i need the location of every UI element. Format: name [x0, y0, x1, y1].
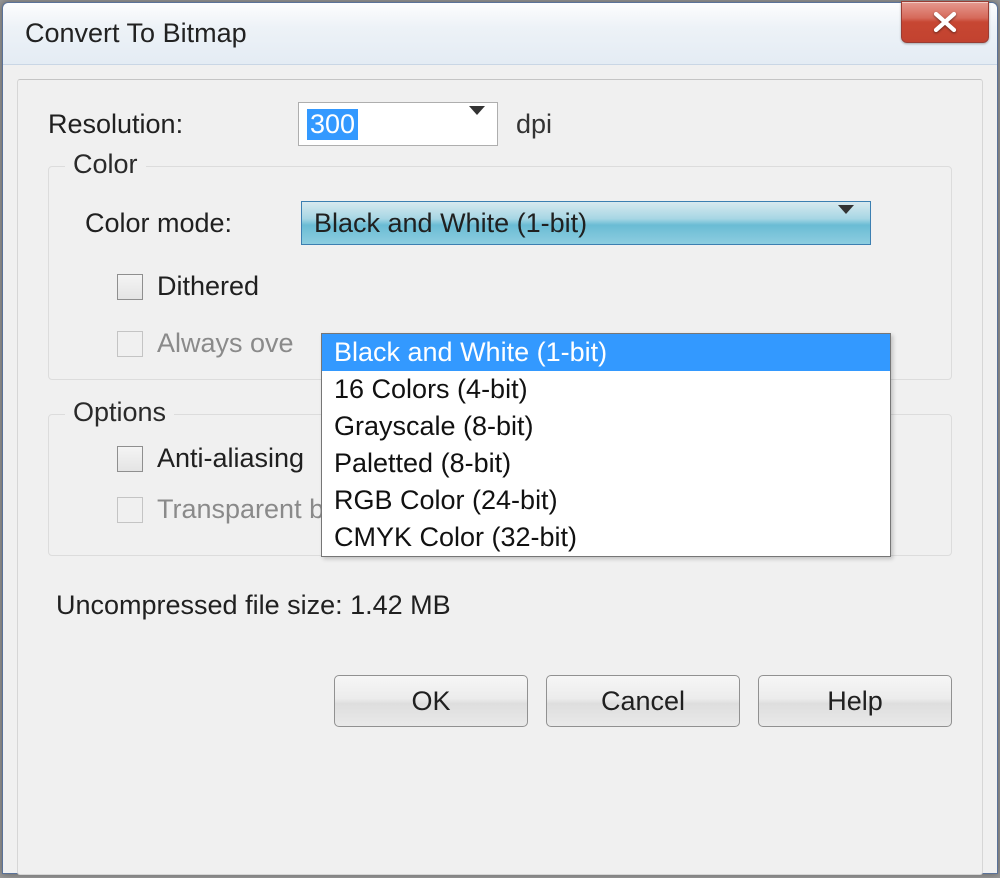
- color-mode-selected: Black and White (1-bit): [314, 208, 587, 239]
- color-mode-option[interactable]: Paletted (8-bit): [322, 445, 890, 482]
- resolution-combobox[interactable]: 300: [298, 102, 498, 146]
- color-mode-dropdown[interactable]: Black and White (1-bit)16 Colors (4-bit)…: [321, 333, 891, 557]
- color-mode-combobox[interactable]: Black and White (1-bit): [301, 201, 871, 245]
- dialog-window: Convert To Bitmap Resolution: 300 dpi Co…: [2, 2, 998, 874]
- overprint-checkbox: [117, 331, 143, 357]
- color-mode-label: Color mode:: [85, 208, 301, 239]
- antialias-label: Anti-aliasing: [157, 443, 304, 474]
- overprint-label: Always ove: [157, 328, 294, 359]
- close-button[interactable]: [901, 1, 989, 43]
- color-mode-option[interactable]: Grayscale (8-bit): [322, 408, 890, 445]
- color-mode-option[interactable]: CMYK Color (32-bit): [322, 519, 890, 556]
- color-mode-option[interactable]: Black and White (1-bit): [322, 334, 890, 371]
- resolution-row: Resolution: 300 dpi: [48, 102, 952, 146]
- color-legend: Color: [65, 149, 146, 180]
- chevron-down-icon: [838, 214, 854, 232]
- resolution-unit: dpi: [516, 109, 552, 140]
- dithered-checkbox-row: Dithered: [117, 271, 929, 302]
- color-mode-option[interactable]: 16 Colors (4-bit): [322, 371, 890, 408]
- titlebar: Convert To Bitmap: [3, 3, 997, 65]
- cancel-button[interactable]: Cancel: [546, 675, 740, 727]
- ok-button[interactable]: OK: [334, 675, 528, 727]
- dithered-checkbox[interactable]: [117, 274, 143, 300]
- close-icon: [932, 11, 958, 33]
- button-row: OK Cancel Help: [48, 675, 952, 727]
- options-legend: Options: [65, 397, 174, 428]
- window-title: Convert To Bitmap: [25, 18, 247, 49]
- dialog-body: Resolution: 300 dpi Color Color mode: Bl…: [17, 79, 983, 875]
- filesize-text: Uncompressed file size: 1.42 MB: [56, 590, 952, 621]
- transparent-checkbox: [117, 497, 143, 523]
- resolution-label: Resolution:: [48, 109, 298, 140]
- antialias-checkbox[interactable]: [117, 446, 143, 472]
- dithered-label: Dithered: [157, 271, 259, 302]
- chevron-down-icon: [469, 115, 485, 133]
- help-button[interactable]: Help: [758, 675, 952, 727]
- color-mode-option[interactable]: RGB Color (24-bit): [322, 482, 890, 519]
- resolution-value: 300: [307, 109, 358, 140]
